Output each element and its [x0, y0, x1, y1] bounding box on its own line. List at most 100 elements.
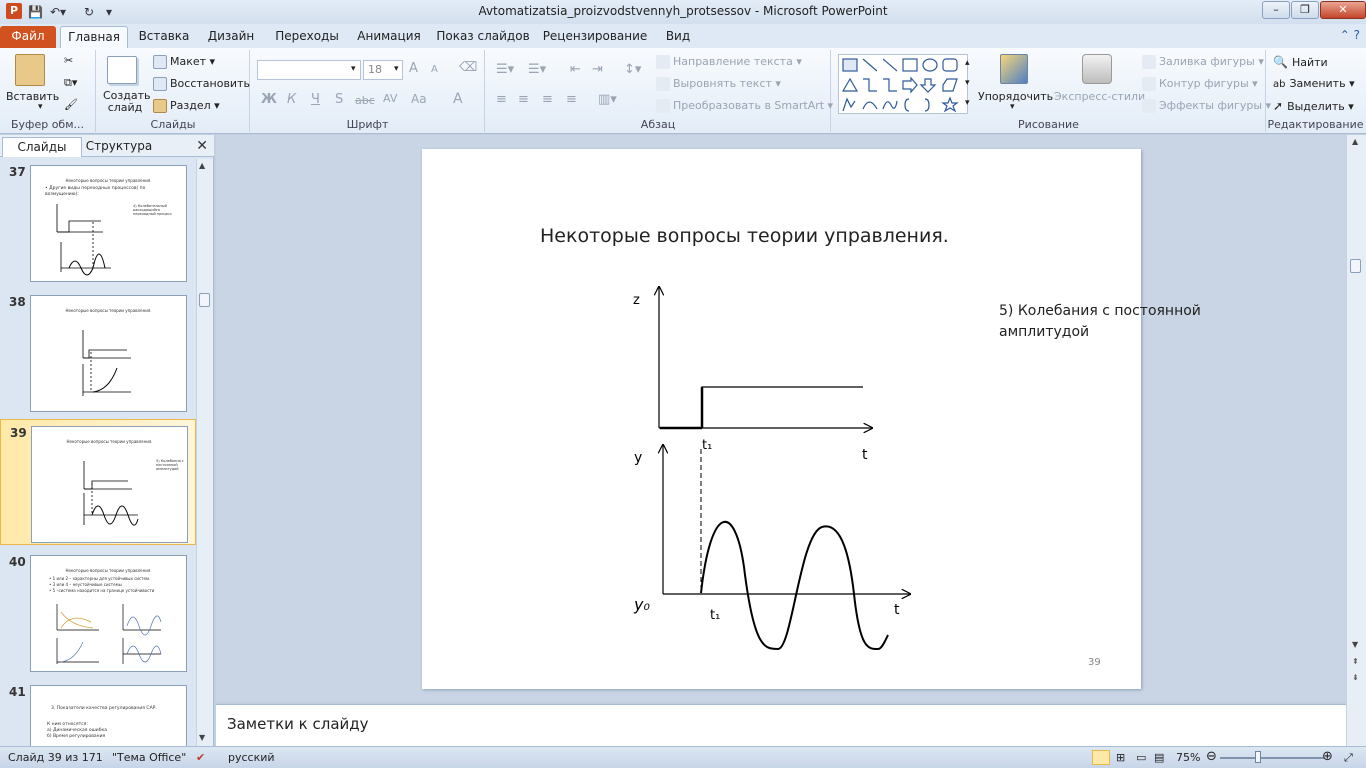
- scrollbar-thumb[interactable]: [1350, 259, 1361, 273]
- font-name-dropdown-icon[interactable]: ▾: [351, 64, 356, 74]
- thumbnail-39[interactable]: 39 Некоторые вопросы теории управления. …: [0, 419, 196, 545]
- layout-button[interactable]: Макет ▾: [153, 55, 215, 69]
- reset-button[interactable]: Восстановить: [153, 77, 250, 91]
- paste-icon[interactable]: [15, 54, 45, 86]
- fit-to-window-icon[interactable]: ⤢: [1344, 751, 1353, 765]
- bullets-icon[interactable]: ☰▾: [496, 62, 514, 77]
- font-color-button[interactable]: A: [453, 91, 463, 107]
- shapes-gallery[interactable]: [838, 54, 968, 114]
- gallery-down-icon[interactable]: ▾: [965, 78, 970, 88]
- reading-view-icon[interactable]: ▭: [1136, 751, 1146, 764]
- tab-insert[interactable]: Вставка: [134, 26, 194, 48]
- zoom-in-icon[interactable]: ⊕: [1322, 749, 1333, 764]
- quick-styles-button[interactable]: Экспресс-стили: [1054, 90, 1145, 103]
- shape-fill-button[interactable]: Заливка фигуры ▾: [1142, 55, 1264, 69]
- zoom-slider-knob[interactable]: [1255, 751, 1261, 763]
- numbering-icon[interactable]: ☰▾: [528, 62, 546, 77]
- columns-icon[interactable]: ▥▾: [598, 92, 617, 107]
- align-center-icon[interactable]: ≡: [518, 92, 529, 107]
- shape-outline-button[interactable]: Контур фигуры ▾: [1142, 77, 1258, 91]
- thumbnail-38[interactable]: 38 Некоторые вопросы теории управления.: [0, 289, 196, 415]
- arrange-button[interactable]: Упорядочить: [978, 90, 1053, 103]
- transient-diagram[interactable]: z t₁ t y y₀ t₁ t: [422, 149, 1141, 689]
- decrease-indent-icon[interactable]: ⇤: [570, 62, 581, 77]
- replace-button[interactable]: ab Заменить ▾: [1273, 77, 1355, 90]
- section-button[interactable]: Раздел ▾: [153, 99, 220, 113]
- slide-sorter-icon[interactable]: ⊞: [1116, 751, 1125, 764]
- smartart-button[interactable]: Преобразовать в SmartArt ▾: [656, 99, 833, 113]
- underline-button[interactable]: Ч: [311, 92, 320, 107]
- minimize-button[interactable]: –: [1262, 1, 1290, 19]
- help-icon[interactable]: ⌃ ?: [1340, 28, 1360, 42]
- clear-format-icon[interactable]: ⌫: [459, 60, 477, 75]
- slide-canvas[interactable]: Некоторые вопросы теории управления. 5) …: [422, 149, 1201, 689]
- arrange-icon[interactable]: [1000, 54, 1028, 84]
- scroll-down-icon[interactable]: ▼: [1352, 640, 1358, 649]
- close-pane-icon[interactable]: ✕: [196, 138, 208, 154]
- char-spacing-button[interactable]: AV: [383, 92, 397, 105]
- notes-pane[interactable]: Заметки к слайду: [216, 704, 1346, 746]
- previous-slide-icon[interactable]: ⇞: [1352, 657, 1359, 666]
- tab-slideshow[interactable]: Показ слайдов: [434, 26, 532, 48]
- theme-name[interactable]: "Тема Office": [112, 751, 186, 764]
- slide-scrollbar[interactable]: ▲ ▼ ⇞ ⇟: [1346, 135, 1366, 746]
- paste-dropdown-icon[interactable]: ▾: [38, 102, 43, 112]
- justify-icon[interactable]: ≡: [566, 92, 577, 107]
- tab-slides[interactable]: Слайды: [2, 137, 82, 157]
- scroll-down-icon[interactable]: ▼: [199, 733, 205, 742]
- paste-button[interactable]: Вставить: [6, 90, 59, 103]
- font-size-dropdown-icon[interactable]: ▾: [394, 64, 399, 74]
- select-button[interactable]: ➚ Выделить ▾: [1273, 99, 1354, 113]
- tab-review[interactable]: Рецензирование: [540, 26, 650, 48]
- tab-transitions[interactable]: Переходы: [270, 26, 344, 48]
- maximize-button[interactable]: ❐: [1291, 1, 1319, 19]
- language-indicator[interactable]: русский: [228, 751, 275, 764]
- shape-effects-button[interactable]: Эффекты фигуры ▾: [1142, 99, 1271, 113]
- format-painter-icon[interactable]: 🖌: [64, 98, 78, 111]
- align-right-icon[interactable]: ≡: [542, 92, 553, 107]
- next-slide-icon[interactable]: ⇟: [1352, 673, 1359, 682]
- text-direction-button[interactable]: Направление текста ▾: [656, 55, 802, 69]
- zoom-slider[interactable]: [1220, 757, 1324, 759]
- thumbnail-40[interactable]: 40 Некоторые вопросы теории управления. …: [0, 549, 196, 675]
- increase-indent-icon[interactable]: ⇥: [592, 62, 603, 77]
- tab-file[interactable]: Файл: [0, 26, 56, 48]
- italic-button[interactable]: К: [287, 92, 296, 107]
- scrollbar-thumb[interactable]: [199, 293, 210, 307]
- copy-icon[interactable]: ⧉▾: [64, 76, 77, 90]
- normal-view-icon[interactable]: [1092, 750, 1110, 765]
- close-button[interactable]: ✕: [1320, 1, 1366, 19]
- tab-outline[interactable]: Структура: [84, 137, 154, 157]
- tab-design[interactable]: Дизайн: [200, 26, 262, 48]
- zoom-out-icon[interactable]: ⊖: [1206, 749, 1217, 764]
- zoom-level[interactable]: 75%: [1176, 751, 1200, 764]
- grow-font-button[interactable]: A: [409, 61, 418, 76]
- tab-animation[interactable]: Анимация: [352, 26, 426, 48]
- scroll-up-icon[interactable]: ▲: [199, 161, 205, 170]
- arrange-dropdown-icon[interactable]: ▾: [1010, 102, 1015, 112]
- tab-home[interactable]: Главная: [60, 26, 128, 48]
- change-case-button[interactable]: Aa: [411, 92, 427, 106]
- thumbnail-41[interactable]: 41 3. Показатели качества регулирования …: [0, 679, 196, 746]
- thumbnail-37[interactable]: 37 Некоторые вопросы теории управления. …: [0, 159, 196, 285]
- shadow-button[interactable]: S: [335, 92, 343, 107]
- tab-view[interactable]: Вид: [658, 26, 698, 48]
- thumbnail-scrollbar[interactable]: ▲ ▼: [196, 159, 213, 746]
- gallery-up-icon[interactable]: ▴: [965, 58, 970, 68]
- new-slide-icon[interactable]: [107, 56, 137, 84]
- cut-icon[interactable]: ✂: [64, 54, 73, 67]
- spellcheck-icon[interactable]: ✔: [196, 751, 205, 764]
- strikethrough-button[interactable]: abc: [355, 94, 375, 107]
- quick-styles-icon[interactable]: [1082, 54, 1112, 84]
- shrink-font-button[interactable]: A: [431, 64, 438, 75]
- slideshow-icon[interactable]: ▤: [1154, 751, 1164, 764]
- scroll-up-icon[interactable]: ▲: [1352, 137, 1358, 146]
- align-left-icon[interactable]: ≡: [496, 92, 507, 107]
- line-spacing-icon[interactable]: ↕▾: [624, 62, 641, 77]
- font-name-input[interactable]: [257, 60, 361, 80]
- bold-button[interactable]: Ж: [261, 92, 277, 107]
- gallery-more-icon[interactable]: ▾: [965, 98, 970, 108]
- find-button[interactable]: 🔍 Найти: [1273, 55, 1328, 69]
- new-slide-button[interactable]: Создать слайд: [103, 90, 151, 114]
- align-text-button[interactable]: Выровнять текст ▾: [656, 77, 781, 91]
